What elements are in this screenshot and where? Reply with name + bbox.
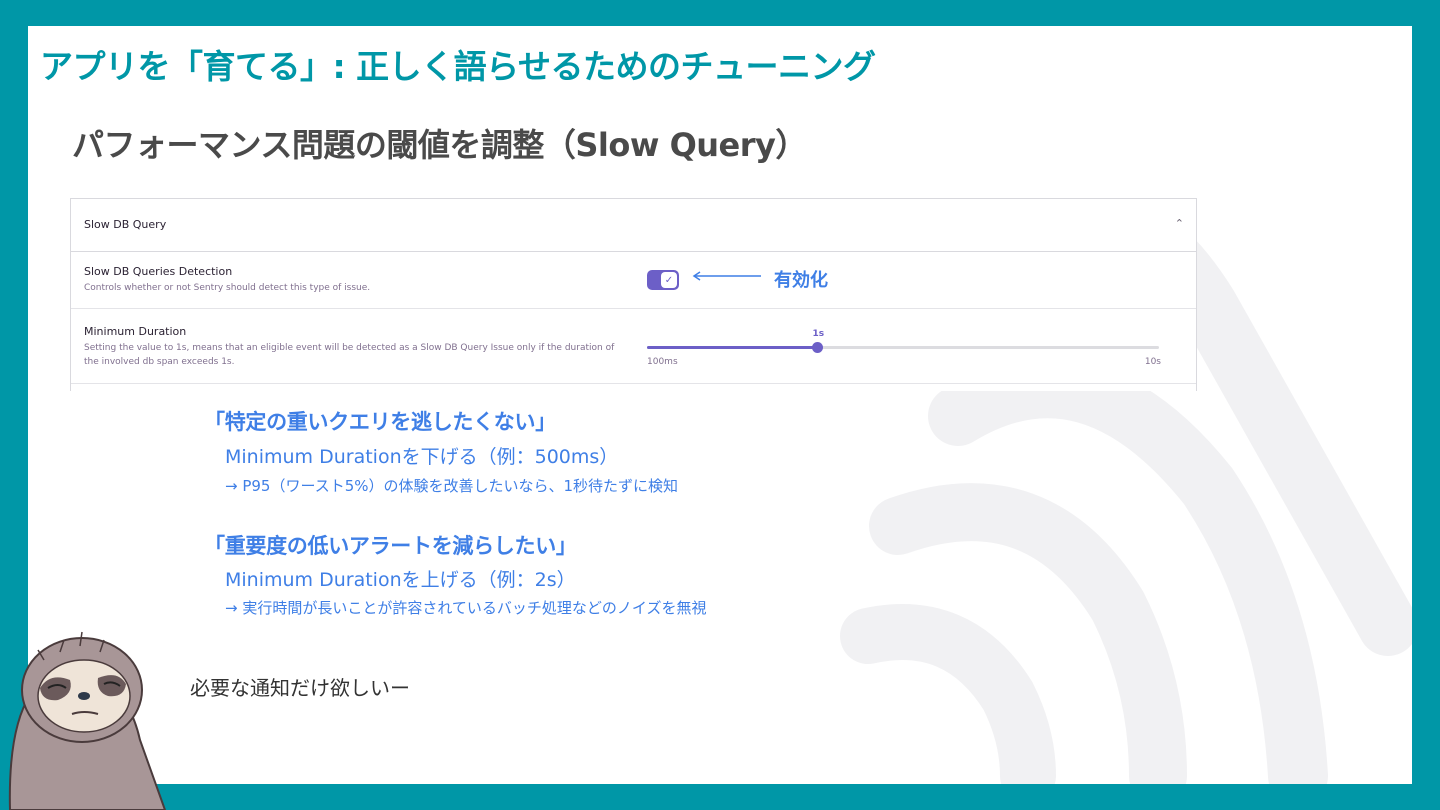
minimum-duration-label: Minimum Duration (84, 325, 187, 338)
callout-label: 有効化 (774, 270, 828, 291)
section-title: パフォーマンス問題の閾値を調整（Slow Query） (72, 126, 807, 164)
slider-thumb[interactable] (811, 342, 823, 353)
slider-max-label: 10s (1144, 357, 1161, 367)
tip-setting: Minimum Durationを上げる（例：2s） (225, 569, 576, 591)
tip-heading: 「特定の重いクエリを逃したくない」 (204, 410, 556, 434)
tip-note: → P95（ワースト5%）の体験を改善したいなら、1秒待たずに検知 (225, 477, 679, 495)
sloth-mascot-icon (8, 631, 167, 810)
slider-value-label: 1s (812, 329, 825, 339)
tip-setting: Minimum Durationを下げる（例：500ms） (225, 446, 619, 468)
detection-row: Slow DB Queries Detection Controls wheth… (71, 252, 1196, 309)
detection-toggle[interactable]: ✓ (647, 270, 679, 290)
detection-help: Controls whether or not Sentry should de… (84, 283, 371, 293)
slider-fill (647, 346, 818, 349)
tip-heading: 「重要度の低いアラートを減らしたい」 (204, 534, 577, 558)
callout-arrow-icon (692, 271, 761, 281)
slow-db-query-settings-panel: Slow DB Query ⌃ Slow DB Queries Detectio… (70, 198, 1197, 391)
slider-min-label: 100ms (647, 357, 678, 367)
panel-header[interactable]: Slow DB Query ⌃ (71, 199, 1196, 252)
speech-text: 必要な通知だけ欲しいー (190, 676, 410, 700)
minimum-duration-help: Setting the value to 1s, means that an e… (84, 343, 615, 367)
detection-label: Slow DB Queries Detection (84, 265, 233, 278)
slide-title: アプリを「育てる」: 正しく語らせるためのチューニング (40, 47, 876, 86)
check-icon: ✓ (661, 272, 677, 288)
panel-header-title: Slow DB Query (84, 218, 167, 231)
chevron-up-icon[interactable]: ⌃ (1175, 217, 1184, 230)
slide: アプリを「育てる」: 正しく語らせるためのチューニング パフォーマンス問題の閾値… (28, 26, 1412, 784)
minimum-duration-row: Minimum Duration Setting the value to 1s… (71, 309, 1196, 384)
tip-note: → 実行時間が長いことが許容されているバッチ処理などのノイズを無視 (225, 599, 707, 617)
